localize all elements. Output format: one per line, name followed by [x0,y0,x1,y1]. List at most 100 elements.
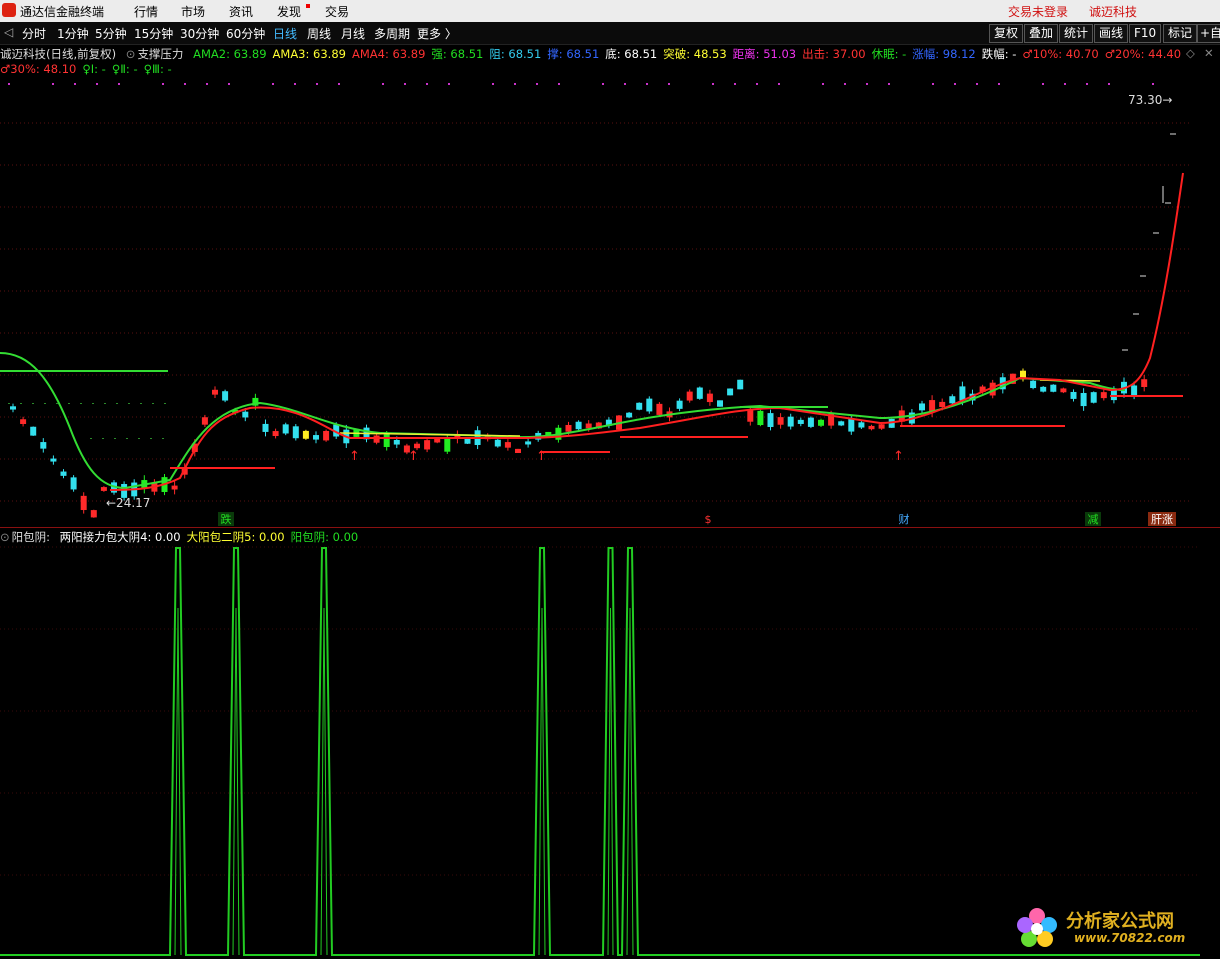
indicator-value-9: 出击: 37.00 [802,47,866,61]
menu-trade[interactable]: 交易 [325,3,349,20]
panel-divider[interactable] [0,527,1220,528]
menu-discover[interactable]: 发现 [277,3,301,20]
candle-body [262,423,269,432]
kline-chart[interactable]: ↑ ↑ ↑ ↑73.30→←24.17跌 $ 财减肝涨 [0,78,1220,528]
dotted-level [152,403,154,404]
sub-indicator-value-1: 大阳包二阴5: 0.00 [186,530,285,544]
menu-news[interactable]: 资讯 [229,3,253,20]
indicator-value-8: 距离: 51.03 [732,47,797,61]
sub-indicator-chart[interactable] [0,545,1220,959]
period-tab-1min[interactable]: 1分钟 [57,25,89,42]
dotted-level [20,403,22,404]
spike-inner [320,607,328,956]
support-red-line [109,172,1184,491]
collapse-icon[interactable]: ◇ [1186,46,1195,60]
candle-body [373,435,380,443]
candle-body [444,437,451,452]
signal-dot [888,83,890,85]
candle-body [171,485,178,490]
candle-body [939,401,946,408]
period-tab-60min[interactable]: 60分钟 [226,25,265,42]
signal-dot [954,83,956,85]
adjust-button[interactable]: 复权 [989,24,1024,43]
signal-dot [998,83,1000,85]
add-custom-button[interactable]: +自 [1197,24,1220,43]
menu-market[interactable]: 市场 [181,3,205,20]
period-tab-daily[interactable]: 日线 [273,25,297,42]
indicator-value-12: 跌幅: - [981,47,1017,61]
period-tab-more[interactable]: 更多 〉 [417,25,457,42]
candle-body [272,431,279,437]
signal-dot [52,83,54,85]
candle-body [797,419,804,424]
indicator-value-5: 撑: 68.51 [547,47,600,61]
spike-inner [607,607,614,956]
buy-arrow-icon: ↑ [893,449,904,464]
f10-button[interactable]: F10 [1129,24,1162,43]
overlay-button[interactable]: 叠加 [1024,24,1059,43]
indicator-value-2-1: ♀Ⅰ: - [82,62,106,76]
signal-dot [822,83,824,85]
candle-body [60,471,67,476]
draw-line-button[interactable]: 画线 [1094,24,1129,43]
candle-body [757,410,764,426]
signal-dot [294,83,296,85]
signal-dot [118,83,120,85]
site-watermark: 分析家公式网 www.70822.com [1014,905,1214,951]
statistics-button[interactable]: 统计 [1059,24,1094,43]
period-tab-30min[interactable]: 30分钟 [180,25,219,42]
indicator-value-2-3: ♀Ⅲ: - [143,62,172,76]
signal-dot [162,83,164,85]
indicator-value-6: 底: 68.51 [605,47,658,61]
candle-body [10,406,16,410]
flower-logo-icon [1017,908,1057,947]
candle-body [777,417,784,425]
period-tab-intraday[interactable]: 分时 [22,25,46,42]
candle-body [787,416,794,427]
formula-dropdown-icon[interactable]: ⊙ [126,47,136,61]
indicator-value-11: 涨幅: 98.12 [912,47,976,61]
formula-name[interactable]: 支撑压力 [137,47,183,61]
sub-indicator-title[interactable]: 阳包阴: [12,530,50,544]
signal-dot [206,83,208,85]
sub-indicator-dropdown-icon[interactable]: ⊙ [0,530,10,544]
candle-body [575,421,582,430]
menu-market-quotes[interactable]: 行情 [134,3,158,20]
indicator-row-main: 诚迈科技(日线,前复权) ⊙ 支撑压力 AMA2: 63.89 AMA3: 63.8… [0,46,1220,62]
signal-dot [272,83,274,85]
period-tab-5min[interactable]: 5分钟 [95,25,127,42]
signal-dot [1108,83,1110,85]
dotted-level [150,438,152,439]
period-tab-weekly[interactable]: 周线 [307,25,331,42]
indicator-value-7: 突破: 48.53 [663,47,727,61]
candle-body [504,442,511,448]
candle-body [323,430,330,441]
candle-body [919,403,925,411]
trade-login-status[interactable]: 交易未登录 [1008,3,1068,20]
indicator-value-2: AMA4: 63.89 [351,47,426,61]
period-tab-multi[interactable]: 多周期 [374,25,410,42]
dotted-level [164,403,166,404]
spike-inner [538,607,546,956]
candle-body [636,402,643,410]
signal-dot [492,83,494,85]
close-panel-icon[interactable]: ✕ [1204,46,1214,60]
high-price-label: 73.30→ [1128,93,1172,107]
signal-dot [514,83,516,85]
period-toolbar: ◁ 分时 1分钟 5分钟 15分钟 30分钟 60分钟 日线 周线 月线 多周期… [0,22,1220,45]
back-icon[interactable]: ◁ [4,25,13,39]
candle-body [434,438,441,443]
candle-body [414,443,420,449]
watermark-url: www.70822.com [1074,931,1186,945]
candle-body [1040,386,1047,392]
period-tab-monthly[interactable]: 月线 [341,25,365,42]
spike-inner [626,607,634,956]
event-marker-text: $ [705,513,712,526]
period-tab-15min[interactable]: 15分钟 [134,25,173,42]
indicator-value-4: 阻: 68.51 [489,47,542,61]
mark-button[interactable]: 标记 [1163,24,1198,43]
indicator-value-2-2: ♀Ⅱ: - [111,62,138,76]
dotted-level [102,438,104,439]
signal-dot [404,83,406,85]
event-marker-text: 财 [899,512,910,526]
